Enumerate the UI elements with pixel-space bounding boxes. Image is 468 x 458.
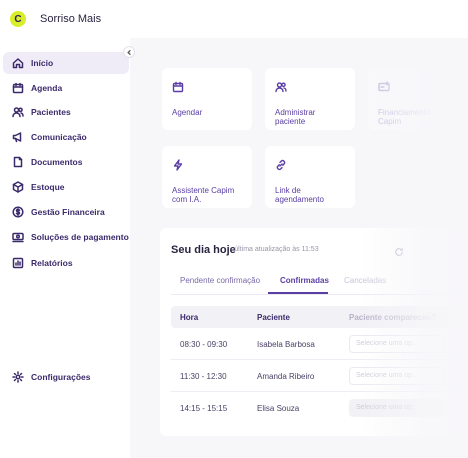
sidebar-item-label: Agenda xyxy=(31,83,63,93)
sidebar-item-label: Gestão Financeira xyxy=(31,207,105,217)
column-header-paciente: Paciente xyxy=(257,313,290,322)
today-title: Seu dia hoje xyxy=(171,244,236,256)
table-row: 14:15 - 15:15 Elisa Souza Selecione uma … xyxy=(171,394,460,424)
logo[interactable]: C xyxy=(10,11,26,27)
sidebar-item-documentos[interactable]: Documentos xyxy=(3,151,129,173)
row-time: 14:15 - 15:15 xyxy=(180,404,228,413)
sidebar-item-label: Relatórios xyxy=(31,258,73,268)
attendance-select[interactable]: Selecione uma op... xyxy=(349,335,445,353)
column-header-compareceu: Paciente compareceu? xyxy=(349,313,437,322)
sidebar-item-label: Estoque xyxy=(31,182,65,192)
sidebar-item-relatorios[interactable]: Relatórios xyxy=(3,252,129,274)
sidebar-item-label: Início xyxy=(31,58,54,68)
link-icon xyxy=(275,158,345,176)
table-row: 08:30 - 09:30 Isabela Barbosa Selecione … xyxy=(171,330,460,360)
table-row: 11:30 - 12:30 Amanda Ribeiro Selecione u… xyxy=(171,362,460,392)
home-icon xyxy=(11,57,24,70)
sidebar-item-comunicacao[interactable]: Comunicação xyxy=(3,126,129,148)
sidebar-item-label: Pacientes xyxy=(31,107,71,117)
megaphone-icon xyxy=(11,131,24,144)
users-icon xyxy=(275,80,345,98)
payment-icon xyxy=(11,231,24,244)
tab-pendente-confirmacao[interactable]: Pendente confirmação xyxy=(180,276,260,285)
tab-canceladas[interactable]: Canceladas xyxy=(344,276,386,285)
tab-confirmadas[interactable]: Confirmadas xyxy=(280,276,329,285)
sidebar-item-label: Configurações xyxy=(31,372,91,382)
brand-name: Sorriso Mais xyxy=(40,13,102,25)
table-header: Hora Paciente Paciente compareceu? xyxy=(171,306,460,328)
card-agendar[interactable]: Agendar xyxy=(162,68,252,130)
refresh-button[interactable] xyxy=(394,244,404,262)
sidebar: Início Agenda Pacientes Comunicação Docu… xyxy=(0,38,130,458)
card-administrar-paciente[interactable]: Administrar paciente xyxy=(265,68,355,130)
lightning-icon xyxy=(172,158,242,176)
row-patient: Isabela Barbosa xyxy=(257,340,315,349)
row-patient: Elisa Souza xyxy=(257,404,300,413)
gear-icon xyxy=(11,371,24,384)
calendar-icon xyxy=(172,80,242,98)
card-link-agendamento[interactable]: Link de agendamento xyxy=(265,146,355,208)
sidebar-item-inicio[interactable]: Início xyxy=(3,52,129,74)
report-icon xyxy=(11,257,24,270)
sidebar-item-agenda[interactable]: Agenda xyxy=(3,77,129,99)
users-icon xyxy=(11,106,24,119)
sidebar-item-label: Comunicação xyxy=(31,132,87,142)
sidebar-item-solucoes-pagamento[interactable]: Soluções de pagamento xyxy=(3,226,129,248)
today-panel: Seu dia hoje · última atualização às 11:… xyxy=(160,228,460,436)
card-label: Financiamento Capim xyxy=(378,108,431,126)
finance-icon xyxy=(378,80,448,98)
sidebar-item-estoque[interactable]: Estoque xyxy=(3,176,129,198)
sidebar-item-pacientes[interactable]: Pacientes xyxy=(3,101,129,123)
chevron-left-icon xyxy=(126,49,131,55)
dollar-icon xyxy=(11,206,24,219)
row-patient: Amanda Ribeiro xyxy=(257,372,315,381)
row-time: 11:30 - 12:30 xyxy=(180,372,227,381)
top-bar: C Sorriso Mais xyxy=(0,0,468,38)
active-tab-indicator xyxy=(268,292,328,294)
attendance-select[interactable]: Selecione uma op... xyxy=(349,399,445,417)
card-label: Agendar xyxy=(172,108,203,117)
sidebar-item-gestao-financeira[interactable]: Gestão Financeira xyxy=(3,201,129,223)
sidebar-item-label: Documentos xyxy=(31,157,83,167)
box-icon xyxy=(11,181,24,194)
calendar-icon xyxy=(11,82,24,95)
collapse-sidebar-button[interactable] xyxy=(123,46,135,58)
card-label: Administrar paciente xyxy=(275,108,316,126)
refresh-icon xyxy=(395,248,403,256)
last-update-text: · última atualização às 11:53 xyxy=(230,246,319,253)
card-financiamento-capim[interactable]: Financiamento Capim xyxy=(368,68,458,130)
sidebar-item-label: Soluções de pagamento xyxy=(31,232,129,242)
card-assistente-capim[interactable]: Assistente Capim com I.A. xyxy=(162,146,252,208)
tab-divider xyxy=(171,294,460,295)
sidebar-item-configuracoes[interactable]: Configurações xyxy=(3,366,129,388)
card-label: Link de agendamento xyxy=(275,186,324,204)
document-icon xyxy=(11,156,24,169)
attendance-select[interactable]: Selecione uma op... xyxy=(349,367,445,385)
row-time: 08:30 - 09:30 xyxy=(180,340,228,349)
column-header-hora: Hora xyxy=(180,313,199,322)
card-label: Assistente Capim com I.A. xyxy=(172,186,235,204)
